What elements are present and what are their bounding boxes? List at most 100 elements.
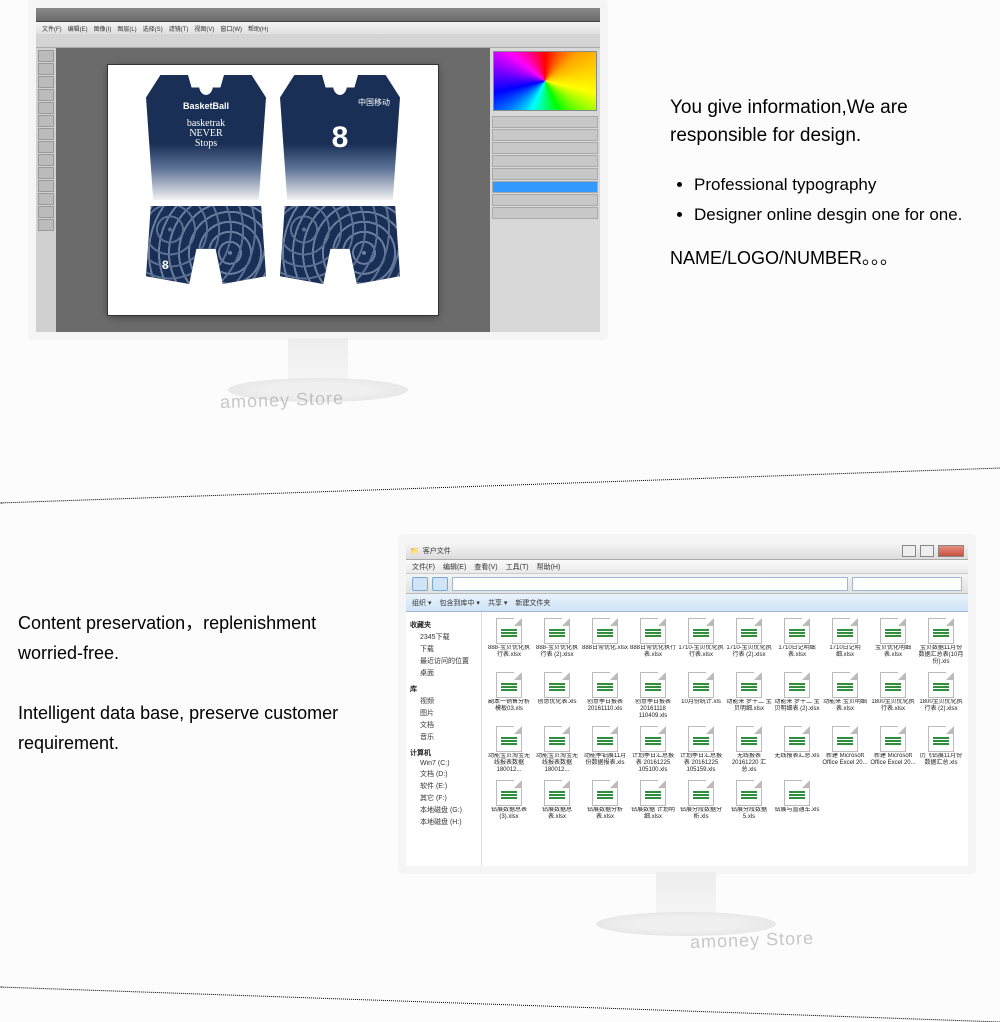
sidebar-item[interactable]: Win7 (C:): [410, 760, 477, 767]
file-item[interactable]: 创意季日报表20161110.xls: [582, 672, 628, 724]
cmd-include[interactable]: 包含到库中 ▾: [439, 598, 479, 608]
close-button[interactable]: [938, 545, 964, 557]
win-menu[interactable]: 帮助(H): [537, 562, 561, 572]
ps-swatches[interactable]: [493, 51, 597, 111]
file-item[interactable]: 1800宝贝优化执行表.xlsx: [870, 672, 916, 724]
file-item[interactable]: 10月份统计.xls: [678, 672, 724, 724]
ps-tool[interactable]: [38, 115, 54, 127]
maximize-button[interactable]: [920, 545, 934, 557]
file-item[interactable]: 钻展数据 计划明细.xlsx: [630, 780, 676, 832]
ps-menu[interactable]: 窗口(W): [220, 24, 242, 33]
file-item[interactable]: 动能来 梦十二 宝贝明细表 (2).xlsx: [774, 672, 820, 724]
file-item[interactable]: 创意季日报表20161118 110409.xls: [630, 672, 676, 724]
ps-layer[interactable]: [492, 207, 598, 219]
file-item[interactable]: 888-宝贝优化执行表.xlsx: [486, 618, 532, 670]
ps-menu[interactable]: 图层(L): [117, 24, 136, 33]
ps-layer[interactable]: [492, 116, 598, 128]
ps-tool[interactable]: [38, 219, 54, 231]
file-item[interactable]: 钻展分段数据分析.xls: [678, 780, 724, 832]
file-item[interactable]: 无线报表 20161220 汇总.xls: [726, 726, 772, 778]
ps-tool[interactable]: [38, 167, 54, 179]
cmd-organize[interactable]: 组织 ▾: [412, 598, 431, 608]
file-item[interactable]: 历飞钻展11月份数据汇总.xls: [918, 726, 964, 778]
ps-menu[interactable]: 文件(F): [42, 24, 62, 33]
file-item[interactable]: 888-宝贝优化执行表 (2).xlsx: [534, 618, 580, 670]
sidebar-item[interactable]: 2345下载: [410, 632, 477, 642]
file-item[interactable]: 新建 Microsoft Office Excel 20...: [870, 726, 916, 778]
cmd-share[interactable]: 共享 ▾: [488, 598, 507, 608]
file-item[interactable]: 钻展数据分析表.xlsx: [582, 780, 628, 832]
ps-menu[interactable]: 帮助(H): [248, 24, 268, 33]
file-item[interactable]: 新建 Microsoft Office Excel 20...: [822, 726, 868, 778]
ps-canvas[interactable]: BasketBall basketrak NEVER Stops 8: [108, 65, 438, 315]
cmd-newfolder[interactable]: 新建文件夹: [515, 598, 550, 608]
ps-menu[interactable]: 选择(S): [143, 24, 163, 33]
sidebar-item[interactable]: 软件 (E:): [410, 781, 477, 791]
ps-menu[interactable]: 编辑(E): [68, 24, 88, 33]
file-item[interactable]: 计划季日汇总报表 20161225 105100.xls: [630, 726, 676, 778]
ps-layer[interactable]: [492, 168, 598, 180]
sidebar-item[interactable]: 文档 (D:): [410, 769, 477, 779]
file-item[interactable]: 888日常优化执行表.xlsx: [630, 618, 676, 670]
ps-layer[interactable]: [492, 129, 598, 141]
ps-tool[interactable]: [38, 102, 54, 114]
ps-layer-selected[interactable]: [492, 181, 598, 193]
file-item[interactable]: 动能宝贝淘宝无线报表数据180012...: [534, 726, 580, 778]
ps-menu[interactable]: 图像(I): [94, 24, 112, 33]
file-item[interactable]: 钻展数据总表(3).xlsx: [486, 780, 532, 832]
file-item[interactable]: 1800宝贝优化执行表 (2).xlsx: [918, 672, 964, 724]
ps-tool[interactable]: [38, 63, 54, 75]
file-item[interactable]: 888日常优化.xlsx: [582, 618, 628, 670]
sidebar-item[interactable]: 图片: [410, 708, 477, 718]
sidebar-item[interactable]: 桌面: [410, 668, 477, 678]
file-item[interactable]: 动能宝贝淘宝无线报表数据180012...: [486, 726, 532, 778]
search-input[interactable]: [852, 577, 962, 591]
ps-layer[interactable]: [492, 194, 598, 206]
sidebar-item[interactable]: 本地磁盘 (H:): [410, 817, 477, 827]
win-menu[interactable]: 文件(F): [412, 562, 435, 572]
sidebar-item[interactable]: 视频: [410, 696, 477, 706]
file-item[interactable]: 1710-宝贝优化执行表.xlsx: [678, 618, 724, 670]
ps-layer[interactable]: [492, 155, 598, 167]
ps-menu[interactable]: 视图(V): [194, 24, 214, 33]
file-item[interactable]: 钻展分段数据5.xls: [726, 780, 772, 832]
ps-tool[interactable]: [38, 193, 54, 205]
file-item[interactable]: 1710-宝贝优化执行表 (2).xlsx: [726, 618, 772, 670]
win-menu[interactable]: 编辑(E): [443, 562, 466, 572]
minimize-button[interactable]: [902, 545, 916, 557]
nav-back-button[interactable]: [412, 577, 428, 591]
file-item[interactable]: 动能来 梦十二 宝贝明细.xlsx: [726, 672, 772, 724]
ps-tool[interactable]: [38, 76, 54, 88]
sidebar-item[interactable]: 文档: [410, 720, 477, 730]
ps-tool[interactable]: [38, 89, 54, 101]
sidebar-item[interactable]: 下载: [410, 644, 477, 654]
win-menu[interactable]: 查看(V): [474, 562, 497, 572]
nav-fwd-button[interactable]: [432, 577, 448, 591]
file-item[interactable]: 宝贝优化明细表.xlsx: [870, 618, 916, 670]
win-menu[interactable]: 工具(T): [506, 562, 529, 572]
file-item[interactable]: 创意优化表.xls: [534, 672, 580, 724]
ps-tool[interactable]: [38, 180, 54, 192]
file-item[interactable]: 1710日记明细表.xlsx: [774, 618, 820, 670]
ps-tool[interactable]: [38, 128, 54, 140]
sidebar-item[interactable]: 最近访问的位置: [410, 656, 477, 666]
ps-tool[interactable]: [38, 141, 54, 153]
file-item[interactable]: 副本一销售分析模板03.xls: [486, 672, 532, 724]
file-item[interactable]: 动能来 宝贝明细表.xlsx: [822, 672, 868, 724]
file-item[interactable]: 宝贝数据11月份数据汇总表(10月份).xls: [918, 618, 964, 670]
sidebar-item[interactable]: 本地磁盘 (G:): [410, 805, 477, 815]
file-item[interactable]: 计划季日汇总报表 20161225 105159.xls: [678, 726, 724, 778]
file-item[interactable]: 无线报表汇总.xls: [774, 726, 820, 778]
ps-layer[interactable]: [492, 142, 598, 154]
sidebar-item[interactable]: 音乐: [410, 732, 477, 742]
file-item[interactable]: 钻展数据总表.xlsx: [534, 780, 580, 832]
ps-menu[interactable]: 滤镜(T): [169, 24, 189, 33]
file-item[interactable]: 钻展与直通车.xls: [774, 780, 820, 832]
breadcrumb[interactable]: [452, 577, 848, 591]
file-item[interactable]: 1710日记明细.xlsx: [822, 618, 868, 670]
ps-tool[interactable]: [38, 154, 54, 166]
ps-tool[interactable]: [38, 50, 54, 62]
file-item[interactable]: 动能季铂展11月份数据报表.xls: [582, 726, 628, 778]
ps-tool[interactable]: [38, 206, 54, 218]
sidebar-item[interactable]: 其它 (F:): [410, 793, 477, 803]
